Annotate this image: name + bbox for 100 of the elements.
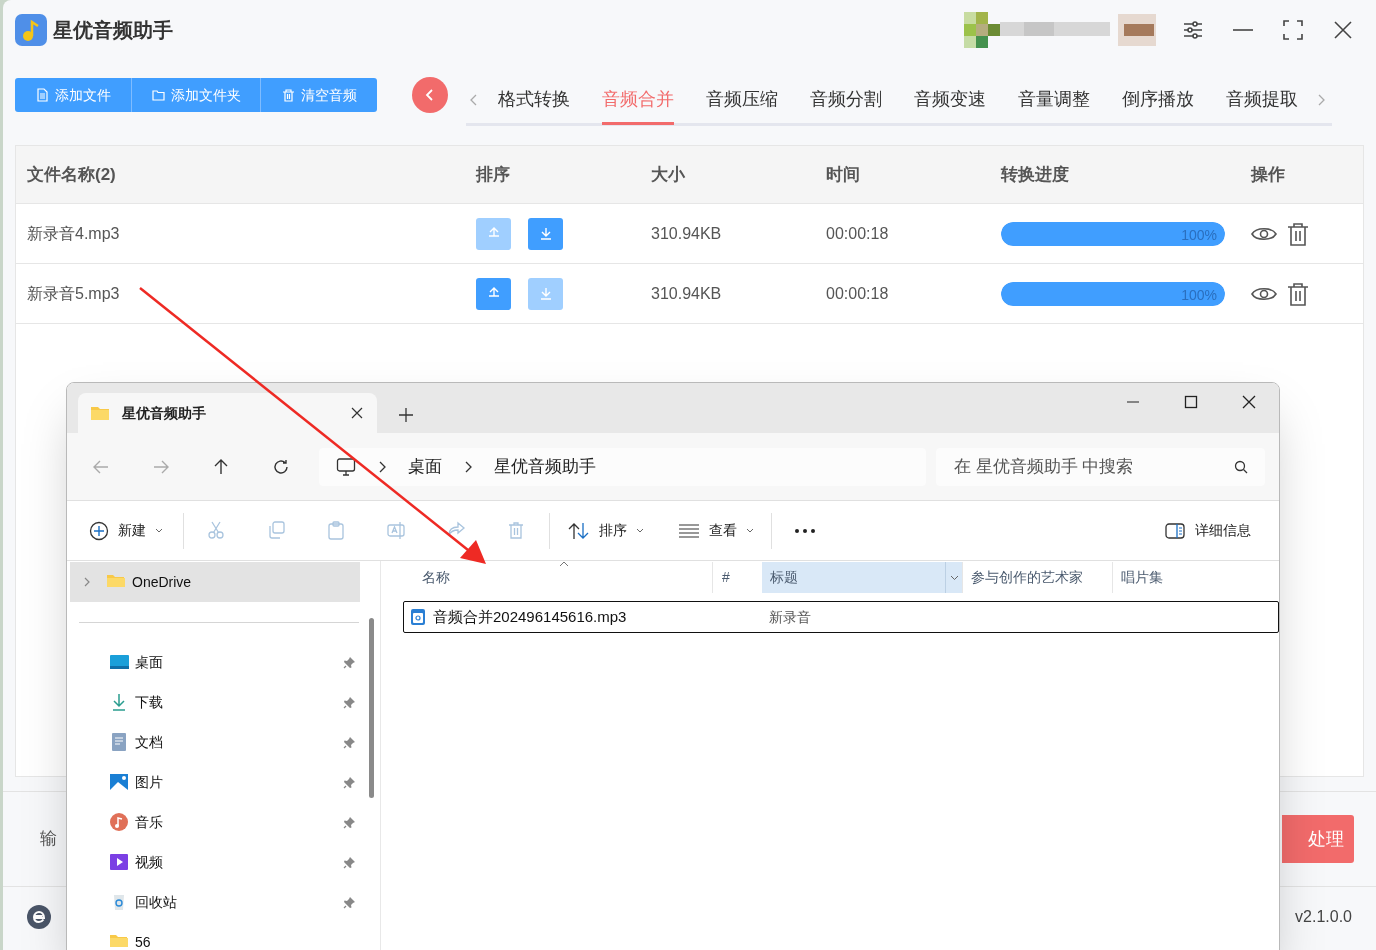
details-pane-icon bbox=[1165, 522, 1185, 539]
folder-icon bbox=[151, 87, 166, 103]
column-header[interactable]: 名称 bbox=[403, 562, 712, 593]
table-cell: 新录音4.mp3 bbox=[27, 224, 120, 242]
music-icon bbox=[109, 812, 130, 832]
file-icon bbox=[35, 87, 50, 103]
video-icon bbox=[109, 852, 130, 872]
pin-icon[interactable] bbox=[343, 735, 356, 749]
trash-icon[interactable] bbox=[1287, 281, 1309, 306]
sidebar-item[interactable]: 文档 bbox=[70, 722, 360, 762]
move-down-button[interactable] bbox=[528, 217, 563, 250]
audio-file-icon bbox=[409, 608, 427, 626]
browser-icon[interactable] bbox=[26, 903, 52, 930]
table-cell: 310.94KB bbox=[651, 224, 722, 242]
plus-icon bbox=[89, 520, 109, 541]
tab-title: 星优音频助手 bbox=[122, 403, 206, 423]
sidebar-item[interactable]: 图片 bbox=[70, 762, 360, 802]
output-label: 输 bbox=[40, 828, 57, 851]
pin-icon[interactable] bbox=[343, 895, 356, 909]
trash-icon bbox=[281, 87, 296, 103]
progress-text: 100% bbox=[1181, 225, 1217, 245]
chevron-right-icon bbox=[378, 460, 386, 473]
caret-icon bbox=[746, 527, 754, 534]
column-header: 排序 bbox=[476, 164, 510, 184]
sidebar-item[interactable]: OneDrive bbox=[70, 562, 360, 602]
caret-icon bbox=[636, 527, 644, 534]
sidebar-item[interactable]: 回收站 bbox=[70, 882, 360, 922]
sidebar-item[interactable]: 桌面 bbox=[70, 642, 360, 682]
folder-icon bbox=[109, 932, 130, 950]
column-header[interactable]: 标题 bbox=[762, 562, 962, 593]
list-icon bbox=[678, 523, 700, 538]
computer-icon bbox=[336, 456, 356, 477]
search-icon bbox=[1234, 459, 1248, 474]
sort-caret-icon bbox=[559, 561, 569, 567]
chevron-left-icon[interactable] bbox=[469, 92, 479, 107]
column-header: 文件名称(2) bbox=[27, 164, 116, 184]
scrollbar[interactable] bbox=[369, 618, 374, 798]
pin-icon[interactable] bbox=[343, 655, 356, 669]
explorer-tab[interactable]: 星优音频助手 bbox=[78, 393, 377, 433]
column-header[interactable]: 参与创作的艺术家 bbox=[962, 562, 1112, 593]
pin-icon[interactable] bbox=[343, 695, 356, 709]
tab[interactable]: 音频变速 bbox=[914, 77, 986, 125]
column-header[interactable]: 唱片集 bbox=[1112, 562, 1279, 593]
sidebar-item[interactable]: 视频 bbox=[70, 842, 360, 882]
sort-icon bbox=[568, 521, 590, 540]
table-cell: 新录音5.mp3 bbox=[27, 284, 120, 302]
move-up-button[interactable] bbox=[476, 277, 511, 310]
folder-icon bbox=[90, 405, 110, 421]
pictures-icon bbox=[109, 772, 130, 792]
tab[interactable]: 音频提取 bbox=[1226, 77, 1298, 125]
tab[interactable]: 倒序播放 bbox=[1122, 77, 1194, 125]
details-button[interactable]: 详细信息 bbox=[1165, 510, 1251, 551]
address-bar[interactable]: 桌面 星优音频助手 bbox=[319, 447, 926, 486]
back-button[interactable] bbox=[412, 77, 448, 113]
column-header: 转换进度 bbox=[1001, 164, 1069, 184]
fullscreen-icon[interactable] bbox=[1280, 17, 1306, 43]
chevron-left-icon bbox=[425, 89, 435, 101]
search-field[interactable]: 在 星优音频助手 中搜索 bbox=[936, 447, 1265, 486]
chevron-right-icon[interactable] bbox=[84, 577, 91, 587]
rename-icon[interactable] bbox=[386, 520, 406, 541]
desktop-icon bbox=[109, 652, 130, 672]
column-header: 时间 bbox=[826, 164, 860, 184]
close-icon[interactable] bbox=[1240, 393, 1258, 411]
chevron-right-icon[interactable] bbox=[1316, 92, 1326, 107]
chevron-right-icon bbox=[464, 460, 472, 473]
breadcrumb-item[interactable]: 桌面 bbox=[408, 453, 442, 480]
sort-button[interactable]: 排序 bbox=[568, 510, 644, 551]
sidebar-item[interactable]: 下载 bbox=[70, 682, 360, 722]
pin-icon[interactable] bbox=[343, 855, 356, 869]
file-row[interactable]: 音频合并202496145616.mp3 新录音 bbox=[403, 601, 1279, 633]
view-button[interactable]: 查看 bbox=[678, 510, 754, 551]
table-cell: 310.94KB bbox=[651, 284, 722, 302]
app-title: 星优音频助手 bbox=[53, 18, 173, 43]
pin-icon[interactable] bbox=[343, 775, 356, 789]
version-text: v2.1.0.0 bbox=[1295, 906, 1352, 927]
more-icon[interactable] bbox=[794, 527, 816, 534]
close-icon[interactable] bbox=[351, 407, 363, 419]
trash-icon[interactable] bbox=[1287, 221, 1309, 246]
column-header: 操作 bbox=[1251, 164, 1285, 184]
pin-icon[interactable] bbox=[343, 815, 356, 829]
delete-icon[interactable] bbox=[506, 520, 526, 541]
column-header: 大小 bbox=[651, 164, 685, 184]
caret-icon[interactable] bbox=[949, 574, 959, 581]
tab[interactable]: 音频分割 bbox=[810, 77, 882, 125]
cut-icon[interactable] bbox=[206, 520, 226, 541]
app-logo-icon bbox=[15, 14, 47, 46]
caret-icon bbox=[155, 527, 163, 534]
new-button[interactable]: 新建 bbox=[89, 510, 163, 551]
maximize-icon[interactable] bbox=[1182, 393, 1200, 411]
tab[interactable]: 格式转换 bbox=[498, 77, 570, 125]
breadcrumb-item[interactable]: 星优音频助手 bbox=[494, 453, 596, 480]
progress-text: 100% bbox=[1181, 285, 1217, 305]
tab[interactable]: 音量调整 bbox=[1018, 77, 1090, 125]
refresh-icon[interactable] bbox=[272, 457, 290, 476]
new-tab-icon[interactable] bbox=[399, 408, 413, 422]
tab[interactable]: 音频压缩 bbox=[706, 77, 778, 125]
up-icon[interactable] bbox=[212, 457, 230, 476]
sidebar-item[interactable]: 56 bbox=[70, 922, 360, 950]
sidebar-item[interactable]: 音乐 bbox=[70, 802, 360, 842]
table-cell: 00:00:18 bbox=[826, 284, 889, 302]
